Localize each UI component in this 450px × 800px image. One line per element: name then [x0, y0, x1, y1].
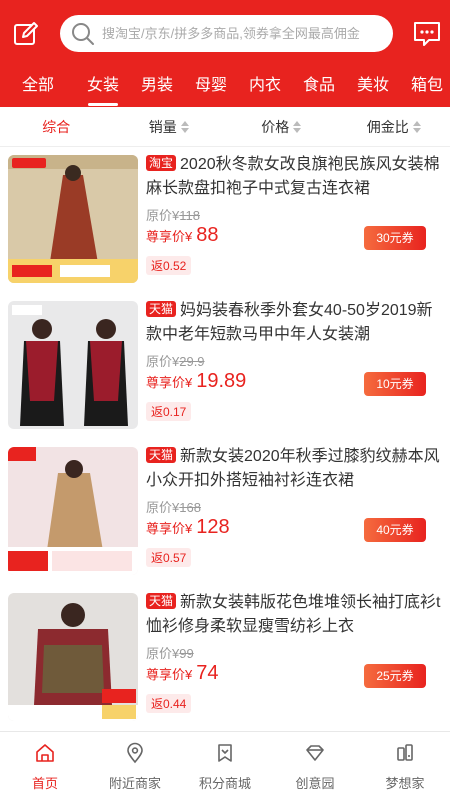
price-row: 尊享价¥ 74 25元券: [146, 662, 442, 692]
original-price-value: 99: [179, 646, 194, 661]
bottom-tab-bar: 首页 附近商家 积分商城 创意园 梦想家: [0, 731, 450, 800]
product-item[interactable]: 天猫 新款女装2020年秋季过膝豹纹赫本风小众开扣外搭短袖衬衫连衣裙 原价¥168 尊…: [0, 439, 450, 585]
product-title[interactable]: 淘宝 2020秋冬款女改良旗袍民族风女装棉麻长款盘扣袍子中式复古连衣裙: [146, 153, 442, 201]
product-image[interactable]: [8, 593, 138, 721]
vip-price-label: 尊享价¥: [146, 375, 193, 390]
diamond-icon: [304, 742, 326, 773]
category-tab[interactable]: 女装: [76, 70, 130, 106]
product-title[interactable]: 天猫 新款女装韩版花色堆堆领长袖打底衫t恤衫修身柔软显瘦雪纺衫上衣: [146, 591, 442, 639]
product-info: 淘宝 2020秋冬款女改良旗袍民族风女装棉麻长款盘扣袍子中式复古连衣裙原价¥118…: [146, 153, 442, 275]
price-row: 尊享价¥ 128 40元券: [146, 516, 442, 546]
rebate-badge: 返0.17: [146, 402, 192, 421]
product-item[interactable]: 天猫 妈妈装春秋季外套女40-50岁2019新款中老年短款马甲中年人女装潮原价¥2…: [0, 293, 450, 439]
sort-arrows-icon: [180, 120, 189, 133]
phone-icon: [394, 742, 416, 773]
tab-phone[interactable]: 梦想家: [360, 732, 450, 800]
product-title[interactable]: 天猫 妈妈装春秋季外套女40-50岁2019新款中老年短款马甲中年人女装潮: [146, 299, 442, 347]
sort-option[interactable]: 佣金比: [338, 107, 450, 146]
tab-bookmark[interactable]: 积分商城: [180, 732, 270, 800]
sort-arrows-icon: [293, 120, 302, 133]
product-title-text: 新款女装韩版花色堆堆领长袖打底衫t恤衫修身柔软显瘦雪纺衫上衣: [146, 594, 441, 635]
search-icon: [72, 22, 94, 45]
category-tabs: 全部 女装 男装 母婴 内衣 食品 美妆 箱包: [0, 70, 450, 106]
category-tab[interactable]: 男装: [130, 70, 184, 106]
tab-location[interactable]: 附近商家: [90, 732, 180, 800]
sort-label: 销量: [148, 118, 177, 135]
sort-label: 价格: [261, 118, 290, 135]
home-icon: [34, 742, 56, 773]
sort-arrows-icon: [412, 120, 421, 133]
product-image[interactable]: [8, 155, 138, 283]
vip-price-value: 19.89: [196, 370, 247, 392]
vip-price-value: 128: [196, 516, 230, 538]
product-title[interactable]: 天猫 新款女装2020年秋季过膝豹纹赫本风小众开扣外搭短袖衬衫连衣裙: [146, 445, 442, 493]
category-tab[interactable]: 母婴: [184, 70, 238, 106]
coupon-button[interactable]: 10元券: [364, 372, 426, 396]
product-title-text: 妈妈装春秋季外套女40-50岁2019新款中老年短款马甲中年人女装潮: [146, 302, 433, 343]
coupon-button[interactable]: 30元券: [364, 226, 426, 250]
product-image[interactable]: [8, 301, 138, 429]
product-item[interactable]: 淘宝 2020秋冬款女改良旗袍民族风女装棉麻长款盘扣袍子中式复古连衣裙原价¥118…: [0, 147, 450, 293]
original-price-value: 168: [179, 500, 201, 515]
category-tab[interactable]: 内衣: [238, 70, 292, 106]
product-title-text: 新款女装2020年秋季过膝豹纹赫本风小众开扣外搭短袖衬衫连衣裙: [146, 448, 440, 489]
bookmark-icon: [214, 742, 236, 773]
vip-price-label: 尊享价¥: [146, 667, 193, 682]
platform-badge: 天猫: [146, 593, 177, 609]
price-row: 尊享价¥ 19.89 10元券: [146, 370, 442, 400]
product-info: 天猫 妈妈装春秋季外套女40-50岁2019新款中老年短款马甲中年人女装潮原价¥2…: [146, 299, 442, 421]
message-icon[interactable]: [412, 20, 442, 48]
product-image[interactable]: [8, 447, 138, 575]
original-price: 原价¥99: [146, 646, 194, 661]
rebate-badge: 返0.57: [146, 548, 192, 567]
sort-option[interactable]: 综合: [0, 107, 113, 146]
sort-label: 佣金比: [366, 118, 409, 135]
product-item[interactable]: 天猫 新款女装韩版花色堆堆领长袖打底衫t恤衫修身柔软显瘦雪纺衫上衣 原价¥99 尊享价…: [0, 585, 450, 731]
platform-badge: 天猫: [146, 447, 177, 463]
tab-diamond[interactable]: 创意园: [270, 732, 360, 800]
product-list: 淘宝 2020秋冬款女改良旗袍民族风女装棉麻长款盘扣袍子中式复古连衣裙原价¥118…: [0, 147, 450, 731]
tab-home[interactable]: 首页: [0, 732, 90, 800]
top-header: 全部女装男装母婴内衣食品美妆箱包: [0, 0, 450, 107]
product-info: 天猫 新款女装韩版花色堆堆领长袖打底衫t恤衫修身柔软显瘦雪纺衫上衣 原价¥99 尊享价…: [146, 591, 442, 713]
sort-option[interactable]: 销量: [113, 107, 226, 146]
original-price-value: 118: [179, 208, 200, 223]
coupon-button[interactable]: 40元券: [364, 518, 426, 542]
platform-badge: 天猫: [146, 301, 177, 317]
original-price: 原价¥29.9: [146, 354, 205, 369]
product-title-text: 2020秋冬款女改良旗袍民族风女装棉麻长款盘扣袍子中式复古连衣裙: [146, 156, 440, 197]
coupon-button[interactable]: 25元券: [364, 664, 426, 688]
sort-option[interactable]: 价格: [225, 107, 338, 146]
tab-label: 首页: [31, 776, 58, 791]
original-price-value: 29.9: [179, 354, 205, 369]
sort-label: 综合: [42, 118, 71, 135]
rebate-badge: 返0.44: [146, 694, 192, 713]
platform-badge: 淘宝: [146, 155, 177, 171]
product-info: 天猫 新款女装2020年秋季过膝豹纹赫本风小众开扣外搭短袖衬衫连衣裙 原价¥168 尊…: [146, 445, 442, 567]
search-bar[interactable]: [60, 15, 393, 52]
location-icon: [124, 742, 146, 773]
rebate-badge: 返0.52: [146, 256, 192, 275]
tab-label: 梦想家: [385, 776, 425, 791]
vip-price-value: 88: [196, 224, 219, 246]
edit-icon[interactable]: [12, 20, 40, 48]
tab-label: 积分商城: [198, 776, 251, 791]
tab-label: 附近商家: [108, 776, 161, 791]
price-row: 尊享价¥ 88 30元券: [146, 224, 442, 254]
tab-label: 创意园: [295, 776, 335, 791]
category-tab[interactable]: 食品: [292, 70, 346, 106]
vip-price-label: 尊享价¥: [146, 521, 193, 536]
category-tab[interactable]: 美妆: [346, 70, 400, 106]
category-tab[interactable]: 全部: [0, 70, 76, 106]
original-price: 原价¥168: [146, 500, 201, 515]
vip-price-value: 74: [196, 662, 219, 684]
original-price: 原价¥118: [146, 208, 200, 223]
category-tab[interactable]: 箱包: [400, 70, 450, 106]
sort-bar: 综合 销量 价格 佣金比: [0, 107, 450, 147]
vip-price-label: 尊享价¥: [146, 229, 193, 244]
search-input[interactable]: [102, 26, 382, 41]
